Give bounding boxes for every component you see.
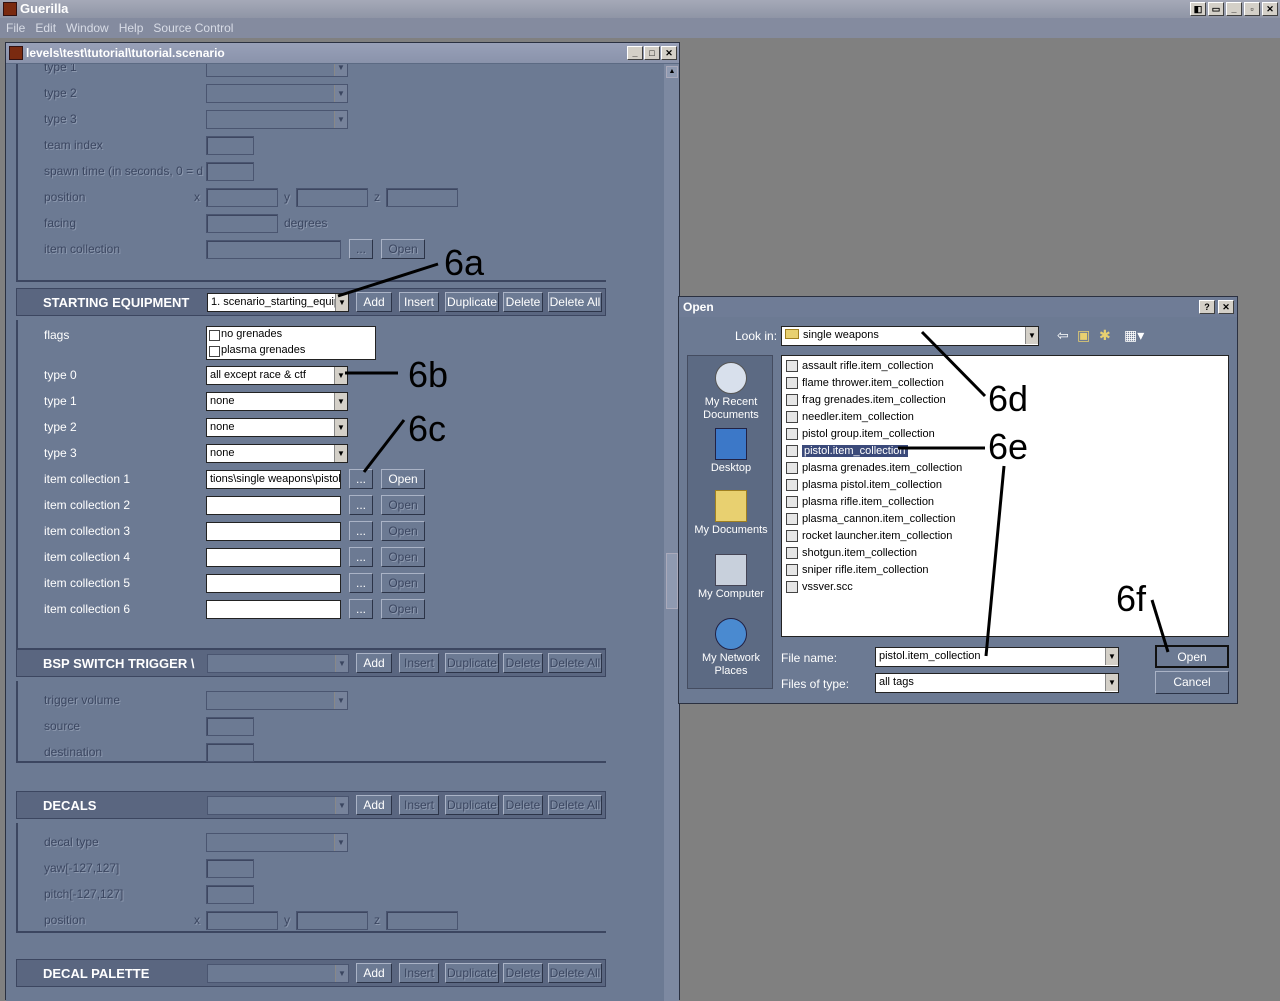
callout-6c: 6c — [408, 408, 447, 449]
callout-line-6f — [1150, 599, 1170, 653]
callout-line-6a — [337, 262, 439, 298]
callout-6d: 6d — [988, 378, 1029, 419]
callout-line-6d — [920, 330, 987, 398]
annotation-lines — [337, 262, 1170, 657]
callout-6e: 6e — [988, 426, 1029, 467]
callout-line-6c — [362, 419, 406, 473]
callout-line-6e-v — [984, 465, 1006, 657]
callout-6b: 6b — [408, 354, 449, 395]
callout-6f: 6f — [1116, 578, 1147, 619]
callout-6a: 6a — [444, 242, 485, 283]
